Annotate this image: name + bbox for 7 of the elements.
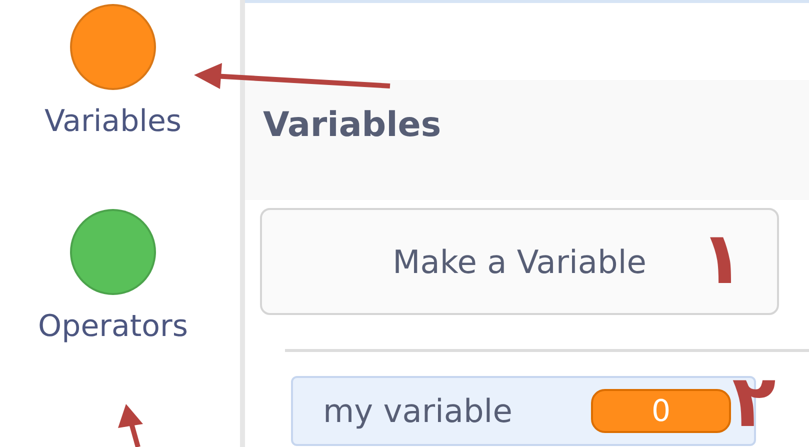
section-heading: Variables: [263, 105, 442, 145]
variable-value: 0: [591, 389, 731, 433]
category-label[interactable]: Variables: [44, 104, 182, 139]
variable-name: my variable: [323, 392, 514, 430]
arrow: [118, 404, 143, 447]
category-label[interactable]: Operators: [38, 309, 188, 344]
step-number: ١: [700, 222, 744, 294]
